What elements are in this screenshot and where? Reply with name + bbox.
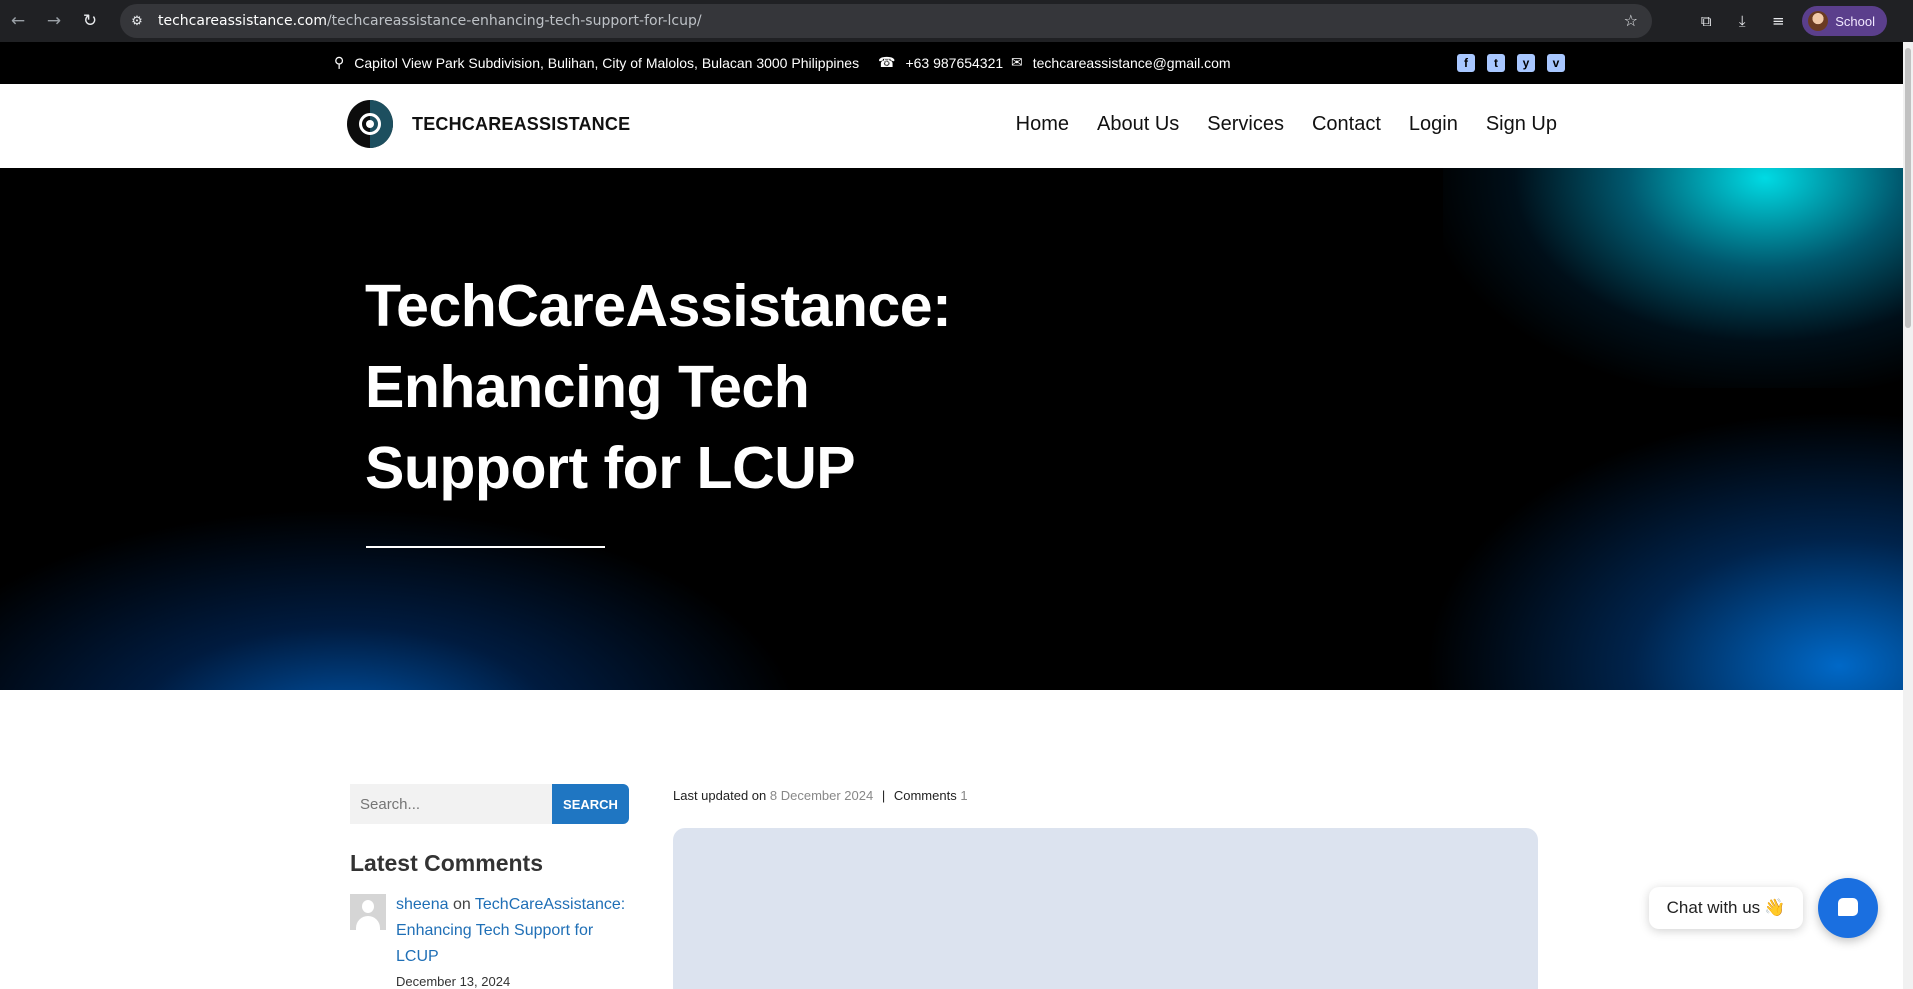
nav-login[interactable]: Login xyxy=(1409,113,1458,136)
page-scrollbar[interactable] xyxy=(1903,42,1913,989)
url-text[interactable]: techcareassistance.com/techcareassistanc… xyxy=(158,13,702,29)
forward-icon[interactable]: → xyxy=(36,0,72,42)
social-links: f t y v xyxy=(1457,54,1565,72)
chat-prompt-label: Chat with us xyxy=(1666,898,1761,917)
commenter-avatar xyxy=(350,894,386,930)
top-info-bar: ⚲ Capitol View Park Subdivision, Bulihan… xyxy=(0,42,1903,84)
extensions-icon[interactable]: ⧉ xyxy=(1688,12,1724,30)
phone-text[interactable]: +63 987654321 xyxy=(905,55,1003,71)
address-info: ⚲ Capitol View Park Subdivision, Bulihan… xyxy=(334,55,859,71)
site-header: TECHCAREASSISTANCE Home About Us Service… xyxy=(0,84,1903,168)
title-underline xyxy=(366,546,605,548)
url-host: techcareassistance.com xyxy=(158,13,327,29)
featured-image-placeholder xyxy=(673,828,1538,989)
back-icon[interactable]: ← xyxy=(0,0,36,42)
profile-avatar xyxy=(1808,11,1829,31)
latest-comments-heading: Latest Comments xyxy=(350,850,543,876)
nav-services[interactable]: Services xyxy=(1207,113,1284,136)
twitter-icon[interactable]: t xyxy=(1487,54,1505,72)
url-path: /techcareassistance-enhancing-tech-suppo… xyxy=(326,13,702,29)
site-logo-icon[interactable] xyxy=(347,100,393,148)
search-button[interactable]: SEARCH xyxy=(552,784,629,824)
phone-info: ☎ +63 987654321 xyxy=(878,55,1003,71)
title-line-2: Enhancing Tech xyxy=(365,354,810,420)
post-meta: Last updated on 8 December 2024 | Commen… xyxy=(673,788,968,803)
hero-glow-bottom-left xyxy=(0,490,840,690)
nav-contact[interactable]: Contact xyxy=(1312,113,1381,136)
profile-button[interactable]: School xyxy=(1802,6,1887,36)
profile-label: School xyxy=(1835,13,1875,29)
comment-date: December 13, 2024 xyxy=(396,974,511,989)
address-bar[interactable]: ⚙ techcareassistance.com/techcareassista… xyxy=(120,4,1652,38)
search-input[interactable] xyxy=(350,784,552,824)
phone-icon: ☎ xyxy=(878,55,896,71)
nav-home[interactable]: Home xyxy=(1016,113,1069,136)
chat-launcher-button[interactable] xyxy=(1818,878,1878,938)
email-info: ✉ techcareassistance@gmail.com xyxy=(1011,55,1231,71)
vimeo-icon[interactable]: v xyxy=(1547,54,1565,72)
reload-icon[interactable]: ↻ xyxy=(72,0,108,42)
main-nav: Home About Us Services Contact Login Sig… xyxy=(1016,113,1557,136)
bookmark-star-icon[interactable]: ☆ xyxy=(1624,11,1638,30)
page-title: TechCareAssistance: Enhancing Tech Suppo… xyxy=(365,266,1005,509)
comment-text: sheena on TechCareAssistance: Enhancing … xyxy=(396,892,626,970)
email-text[interactable]: techcareassistance@gmail.com xyxy=(1033,55,1231,71)
site-info-icon[interactable]: ⚙ xyxy=(120,14,154,29)
waving-hand-icon: 👋 xyxy=(1764,898,1786,918)
browser-toolbar: ← → ↻ ⚙ techcareassistance.com/techcarea… xyxy=(0,0,1913,42)
nav-about-us[interactable]: About Us xyxy=(1097,113,1179,136)
youtube-icon[interactable]: y xyxy=(1517,54,1535,72)
comments-label[interactable]: Comments xyxy=(894,788,957,803)
envelope-icon: ✉ xyxy=(1011,55,1023,71)
last-updated-date: 8 December 2024 xyxy=(769,788,874,803)
downloads-icon[interactable]: ⤓ xyxy=(1724,12,1760,30)
map-pin-icon: ⚲ xyxy=(334,55,345,71)
facebook-icon[interactable]: f xyxy=(1457,54,1475,72)
nav-sign-up[interactable]: Sign Up xyxy=(1486,113,1557,136)
comment-on: on xyxy=(452,896,471,913)
scrollbar-thumb[interactable] xyxy=(1905,48,1911,328)
hero-glow-bottom-right xyxy=(1423,410,1903,690)
meta-separator: | xyxy=(881,788,886,803)
hero-glow-top-right xyxy=(1443,168,1903,388)
last-updated-label: Last updated on xyxy=(673,788,767,803)
chat-prompt-bubble[interactable]: Chat with us 👋 xyxy=(1649,887,1803,929)
comments-count[interactable]: 1 xyxy=(960,788,967,803)
media-controls-icon[interactable]: ≡ xyxy=(1760,12,1796,30)
address-text: Capitol View Park Subdivision, Bulihan, … xyxy=(354,55,860,71)
comment-author-link[interactable]: sheena xyxy=(396,896,449,913)
chat-message-icon xyxy=(1838,898,1858,916)
site-logo-text[interactable]: TECHCAREASSISTANCE xyxy=(412,114,630,135)
hero-banner: TechCareAssistance: Enhancing Tech Suppo… xyxy=(0,168,1903,690)
search-form: SEARCH xyxy=(350,784,629,824)
title-line-3: Support for LCUP xyxy=(365,435,856,501)
title-line-1: TechCareAssistance: xyxy=(365,273,952,339)
